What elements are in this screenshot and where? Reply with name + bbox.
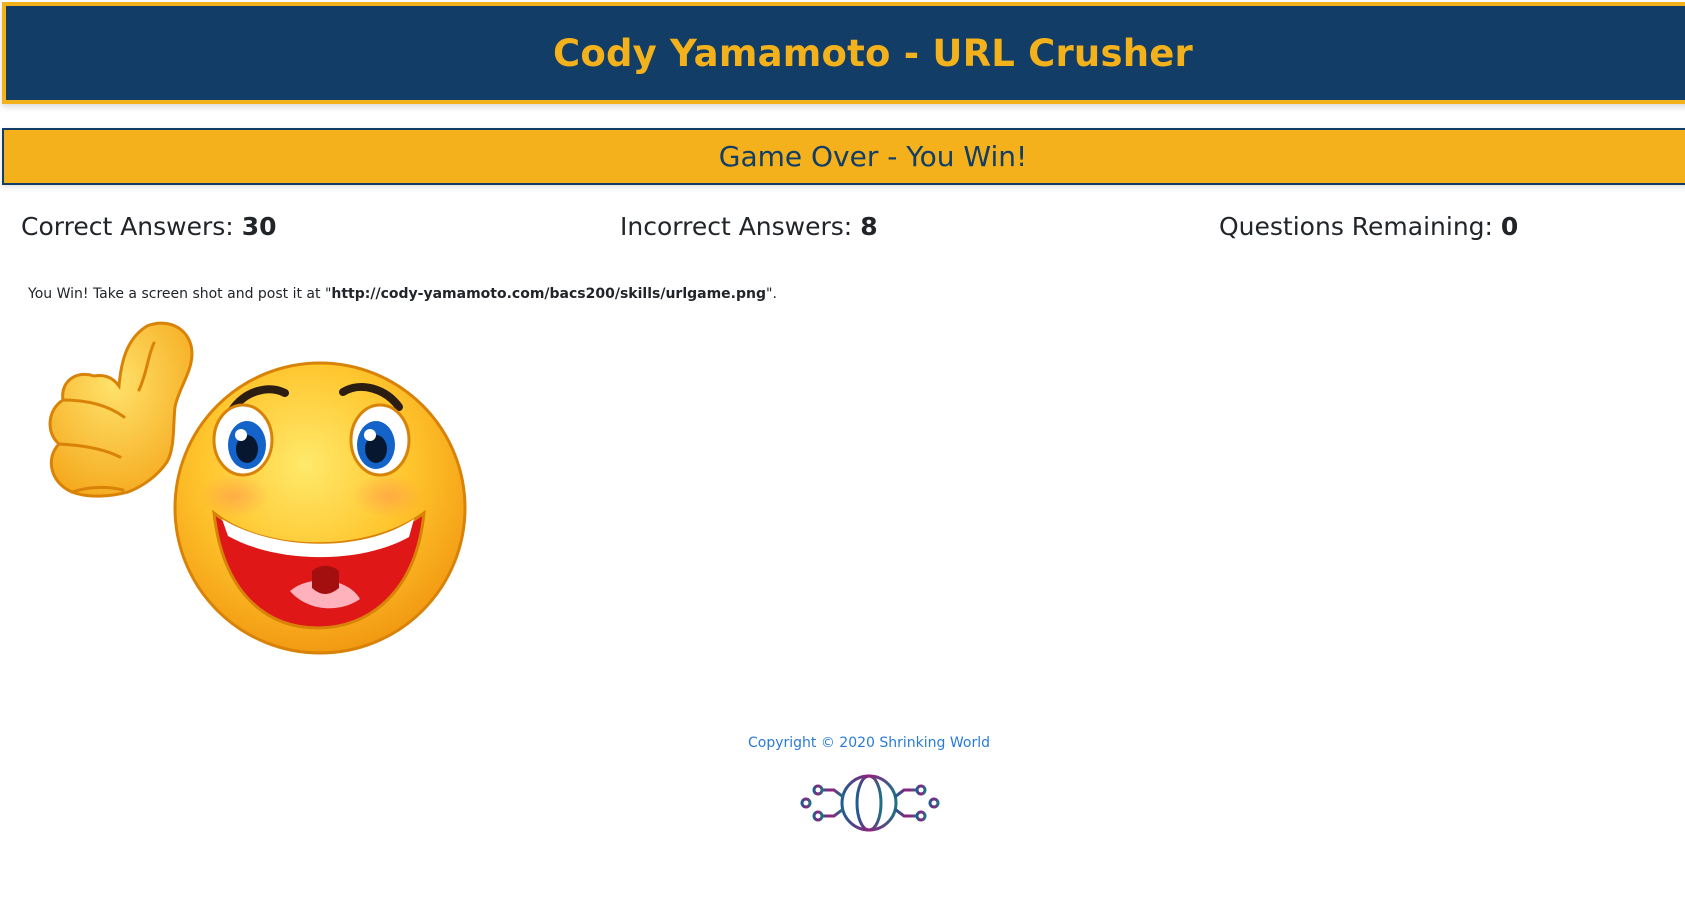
- incorrect-answers-label: Incorrect Answers:: [620, 212, 853, 241]
- page: Cody Yamamoto - URL Crusher Game Over - …: [0, 0, 1685, 907]
- correct-answers-value: 30: [241, 212, 277, 241]
- footer: Copyright © 2020 Shrinking World: [0, 732, 1685, 751]
- page-title: Cody Yamamoto - URL Crusher: [553, 31, 1193, 75]
- win-message-suffix: ".: [766, 286, 777, 302]
- correct-answers-label: Correct Answers:: [21, 212, 234, 241]
- score-row: Correct Answers: 30 Incorrect Answers: 8…: [0, 212, 1685, 252]
- correct-answers-score: Correct Answers: 30: [21, 212, 276, 241]
- game-status-banner: Game Over - You Win!: [2, 128, 1685, 185]
- incorrect-answers-value: 8: [860, 212, 878, 241]
- questions-remaining-value: 0: [1500, 212, 1519, 241]
- globe-circuit-logo-icon: [800, 774, 940, 832]
- game-status-text: Game Over - You Win!: [718, 140, 1028, 173]
- incorrect-answers-score: Incorrect Answers: 8: [620, 212, 878, 241]
- thumbs-up-smiley-icon: [48, 321, 467, 655]
- screenshot-url: http://cody-yamamoto.com/bacs200/skills/…: [331, 286, 766, 302]
- questions-remaining-label: Questions Remaining:: [1219, 212, 1493, 241]
- questions-remaining-score: Questions Remaining: 0: [1219, 212, 1518, 241]
- win-message: You Win! Take a screen shot and post it …: [28, 286, 777, 302]
- win-message-prefix: You Win! Take a screen shot and post it …: [28, 286, 332, 302]
- copyright-link[interactable]: Copyright © 2020 Shrinking World: [748, 735, 990, 751]
- app-header: Cody Yamamoto - URL Crusher: [2, 2, 1685, 104]
